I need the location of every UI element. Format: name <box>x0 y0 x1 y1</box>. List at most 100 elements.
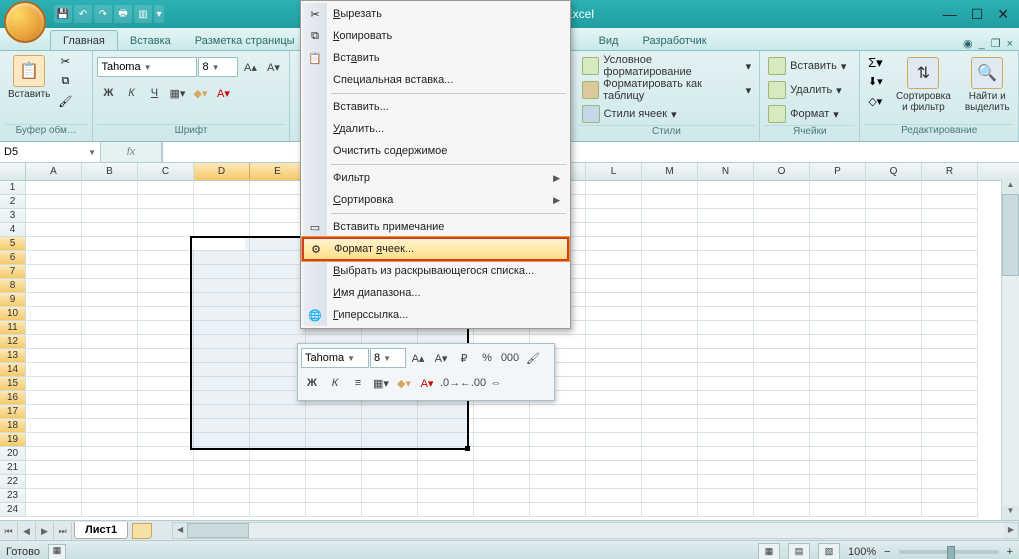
italic-button[interactable]: К <box>120 82 142 104</box>
cell[interactable] <box>474 405 530 419</box>
cell[interactable] <box>530 419 586 433</box>
cell[interactable] <box>138 363 194 377</box>
cell[interactable] <box>586 363 642 377</box>
cell[interactable] <box>82 405 138 419</box>
cell[interactable] <box>250 419 306 433</box>
cell[interactable] <box>866 307 922 321</box>
cell[interactable] <box>586 377 642 391</box>
view-normal-icon[interactable]: ▦ <box>758 543 780 559</box>
qat-save-icon[interactable]: 💾 <box>54 5 72 23</box>
cell[interactable] <box>642 251 698 265</box>
cell[interactable] <box>754 265 810 279</box>
cell[interactable] <box>698 265 754 279</box>
vscroll-thumb[interactable] <box>1002 194 1019 276</box>
cell[interactable] <box>194 349 250 363</box>
row-header[interactable]: 1 <box>0 181 26 195</box>
cell[interactable] <box>194 475 250 489</box>
autosum-icon[interactable]: Σ▾ <box>864 55 886 73</box>
col-header[interactable]: C <box>138 163 194 180</box>
row-header[interactable]: 23 <box>0 489 26 503</box>
cell[interactable] <box>810 475 866 489</box>
sort-filter-button[interactable]: ⇅Сортировка и фильтр <box>892 55 954 115</box>
cell[interactable] <box>26 223 82 237</box>
cell[interactable] <box>194 377 250 391</box>
cell[interactable] <box>642 223 698 237</box>
cell[interactable] <box>642 405 698 419</box>
col-header[interactable]: A <box>26 163 82 180</box>
cell[interactable] <box>810 265 866 279</box>
copy-icon[interactable]: ⧉ <box>56 75 74 93</box>
scroll-down-icon[interactable]: ▼ <box>1002 506 1019 520</box>
cell[interactable] <box>82 223 138 237</box>
tab-insert[interactable]: Вставка <box>118 31 183 50</box>
cell[interactable] <box>642 279 698 293</box>
cell[interactable] <box>642 391 698 405</box>
cell[interactable] <box>306 503 362 517</box>
mini-border-icon[interactable]: ▦▾ <box>370 372 392 394</box>
col-header[interactable]: B <box>82 163 138 180</box>
cell[interactable] <box>194 461 250 475</box>
cell[interactable] <box>642 363 698 377</box>
row-header[interactable]: 6 <box>0 251 26 265</box>
cell[interactable] <box>754 405 810 419</box>
font-color-button[interactable]: A▾ <box>212 82 234 104</box>
cell[interactable] <box>810 405 866 419</box>
cell[interactable] <box>922 419 978 433</box>
cell[interactable] <box>642 195 698 209</box>
cell[interactable] <box>698 419 754 433</box>
cell[interactable] <box>82 433 138 447</box>
cell[interactable] <box>754 377 810 391</box>
cell[interactable] <box>138 223 194 237</box>
cell[interactable] <box>922 447 978 461</box>
cell[interactable] <box>250 181 306 195</box>
cell[interactable] <box>82 363 138 377</box>
col-header[interactable]: E <box>250 163 306 180</box>
context-menu-item[interactable]: ▭Вставить примечание <box>303 216 568 238</box>
hscroll-thumb[interactable] <box>187 523 249 538</box>
cell[interactable] <box>138 265 194 279</box>
cell[interactable] <box>866 433 922 447</box>
cell[interactable] <box>250 279 306 293</box>
cell[interactable] <box>754 489 810 503</box>
cell[interactable] <box>754 237 810 251</box>
cell[interactable] <box>754 293 810 307</box>
cell[interactable] <box>810 391 866 405</box>
doc-minimize-icon[interactable]: _ <box>979 38 985 50</box>
cell[interactable] <box>586 251 642 265</box>
cell[interactable] <box>866 293 922 307</box>
zoom-out-icon[interactable]: − <box>884 546 890 558</box>
cell[interactable] <box>418 475 474 489</box>
cell[interactable] <box>250 209 306 223</box>
cell[interactable] <box>586 237 642 251</box>
cell[interactable] <box>586 503 642 517</box>
mini-merge-icon[interactable]: ⇔ <box>485 372 507 394</box>
qat-print-icon[interactable]: 🖶 <box>114 5 132 23</box>
cell[interactable] <box>250 321 306 335</box>
cell[interactable] <box>810 293 866 307</box>
font-size-combo[interactable]: 8▼ <box>198 57 238 77</box>
scroll-up-icon[interactable]: ▲ <box>1002 180 1019 194</box>
cell[interactable] <box>250 433 306 447</box>
cell[interactable] <box>474 475 530 489</box>
mini-increase-decimal-icon[interactable]: ←.00 <box>462 372 484 394</box>
cell[interactable] <box>530 433 586 447</box>
cell[interactable] <box>138 447 194 461</box>
cell[interactable] <box>698 461 754 475</box>
cell[interactable] <box>362 405 418 419</box>
cell[interactable] <box>26 489 82 503</box>
cell[interactable] <box>138 307 194 321</box>
cell[interactable] <box>474 489 530 503</box>
border-button[interactable]: ▦▾ <box>166 82 188 104</box>
shrink-font-icon[interactable]: A▾ <box>262 56 284 78</box>
sheet-nav-first-icon[interactable]: ⏮ <box>0 522 18 540</box>
row-header[interactable]: 20 <box>0 447 26 461</box>
cell[interactable] <box>922 335 978 349</box>
col-header[interactable]: Q <box>866 163 922 180</box>
cell[interactable] <box>418 447 474 461</box>
cell[interactable] <box>306 475 362 489</box>
zoom-in-icon[interactable]: + <box>1007 546 1013 558</box>
cell[interactable] <box>26 251 82 265</box>
row-header[interactable]: 5 <box>0 237 26 251</box>
cell[interactable] <box>922 391 978 405</box>
cell[interactable] <box>194 363 250 377</box>
